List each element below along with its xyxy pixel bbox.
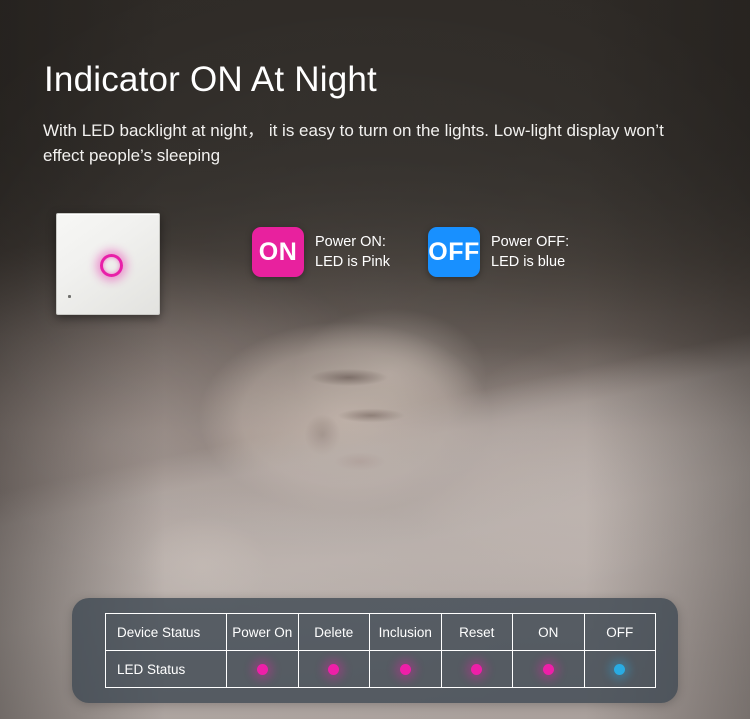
page-subtitle: With LED backlight at night， it is easy … xyxy=(43,121,664,165)
badge-off: OFF xyxy=(428,227,480,277)
device-status-table: Device Status Power On Delete Inclusion … xyxy=(105,613,656,688)
legend-power-off-line2: LED is blue xyxy=(491,254,566,270)
led-ring-indicator-icon xyxy=(99,253,123,277)
led-cell-on xyxy=(512,650,585,688)
legend-power-off: OFF Power OFF: LED is blue xyxy=(428,227,569,277)
table-row-header: Device Status Power On Delete Inclusion … xyxy=(105,613,656,651)
wall-switch-image xyxy=(56,213,160,315)
led-cell-inclusion xyxy=(369,650,442,688)
legend-power-on-line2: LED is Pink xyxy=(315,254,390,270)
column-header-off: OFF xyxy=(583,613,656,651)
led-dot-pink-icon xyxy=(399,664,411,676)
led-dot-pink-icon xyxy=(471,664,483,676)
status-panel: Device Status Power On Delete Inclusion … xyxy=(72,598,678,703)
table-row-led-status: LED Status xyxy=(105,650,656,688)
led-cell-delete xyxy=(297,650,370,688)
led-dot-blue-icon xyxy=(614,664,626,676)
column-header-delete: Delete xyxy=(297,613,370,651)
column-header-on: ON xyxy=(512,613,585,651)
led-cell-power-on xyxy=(226,650,299,688)
legend-power-off-text: Power OFF: LED is blue xyxy=(491,232,569,272)
led-dot-pink-icon xyxy=(542,664,554,676)
legend-power-on: ON Power ON: LED is Pink xyxy=(252,227,390,277)
switch-corner-dot-icon xyxy=(68,295,71,298)
led-cell-reset xyxy=(440,650,513,688)
page-title: Indicator ON At Night xyxy=(44,60,377,99)
column-header-power-on: Power On xyxy=(226,613,299,651)
legend-power-on-line1: Power ON: xyxy=(315,234,386,250)
switch-faceplate xyxy=(56,213,160,315)
led-dot-pink-icon xyxy=(328,664,340,676)
column-header-reset: Reset xyxy=(440,613,513,651)
column-header-inclusion: Inclusion xyxy=(369,613,442,651)
product-feature-banner: Indicator ON At Night With LED backlight… xyxy=(0,0,750,719)
led-dot-pink-icon xyxy=(256,664,268,676)
led-cell-off xyxy=(583,650,656,688)
row-label-device-status: Device Status xyxy=(105,613,227,651)
row-label-led-status: LED Status xyxy=(105,650,227,688)
badge-on: ON xyxy=(252,227,304,277)
legend-power-on-text: Power ON: LED is Pink xyxy=(315,232,390,272)
legend-power-off-line1: Power OFF: xyxy=(491,234,570,250)
